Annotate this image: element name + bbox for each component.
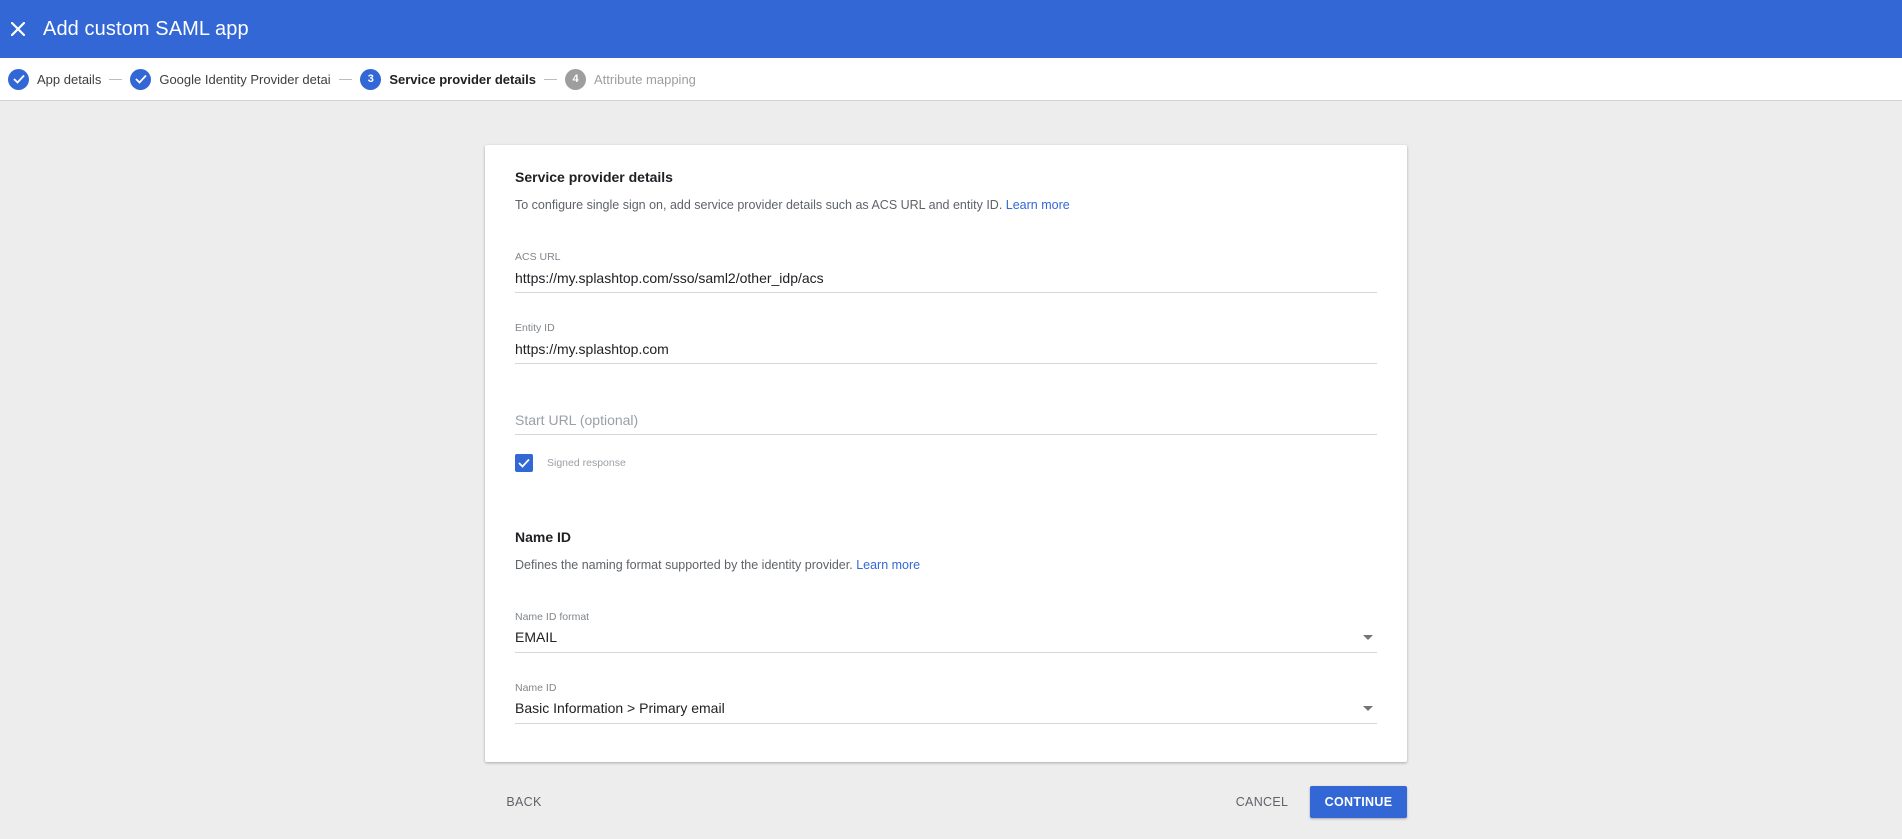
signed-response-row: Signed response [515,454,626,472]
chevron-down-icon [1363,634,1373,640]
step-separator [339,78,353,80]
entity-id-label: Entity ID [515,322,555,334]
signed-response-label: Signed response [547,457,626,469]
select-value: EMAIL [515,629,558,645]
step-google-idp-details[interactable]: Google Identity Provider details [130,68,332,90]
cancel-button[interactable]: CANCEL [1228,786,1296,818]
section-description: To configure single sign on, add service… [515,198,1070,212]
acs-url-field: ACS URL [515,251,1377,293]
back-button[interactable]: BACK [498,786,550,818]
step-attribute-mapping[interactable]: 4 Attribute mapping [565,68,696,90]
name-id-format-label: Name ID format [515,611,590,623]
section-title-name-id: Name ID [515,529,572,545]
description-text: Defines the naming format supported by t… [515,558,853,572]
select-value: Basic Information > Primary email [515,700,725,716]
step-label: App details [37,71,102,87]
name-id-select[interactable]: Basic Information > Primary email [515,696,1377,724]
check-icon [130,68,152,90]
step-app-details[interactable]: App details [8,68,102,90]
start-url-input[interactable] [515,407,1377,435]
name-id-format-select[interactable]: EMAIL [515,625,1377,653]
section-description: Defines the naming format supported by t… [515,558,920,572]
step-number: 4 [565,68,587,90]
page-title: Add custom SAML app [43,17,249,40]
acs-url-input[interactable] [515,265,1377,293]
description-text: To configure single sign on, add service… [515,198,1003,212]
step-label: Google Identity Provider details [159,71,332,87]
step-label: Attribute mapping [594,71,696,87]
learn-more-link[interactable]: Learn more [856,558,920,572]
entity-id-field: Entity ID [515,322,1377,364]
signed-response-checkbox[interactable] [515,454,533,472]
name-id-format-field: Name ID format EMAIL [515,611,1377,653]
step-number: 3 [360,68,382,90]
check-icon [8,68,29,90]
stepper: App details Google Identity Provider det… [0,58,1902,101]
app-header: Add custom SAML app [0,0,1902,58]
close-icon[interactable] [3,14,33,44]
step-separator [544,78,558,80]
start-url-field [515,393,1377,435]
continue-button[interactable]: CONTINUE [1310,786,1407,818]
service-provider-card: Service provider details To configure si… [485,145,1407,762]
step-service-provider-details[interactable]: 3 Service provider details [360,68,537,90]
step-label: Service provider details [389,71,537,87]
name-id-field: Name ID Basic Information > Primary emai… [515,682,1377,724]
acs-url-label: ACS URL [515,251,561,263]
step-separator [109,78,123,80]
section-title-service-provider: Service provider details [515,169,673,185]
learn-more-link[interactable]: Learn more [1006,198,1070,212]
entity-id-input[interactable] [515,336,1377,364]
chevron-down-icon [1363,705,1373,711]
name-id-label: Name ID [515,682,557,694]
